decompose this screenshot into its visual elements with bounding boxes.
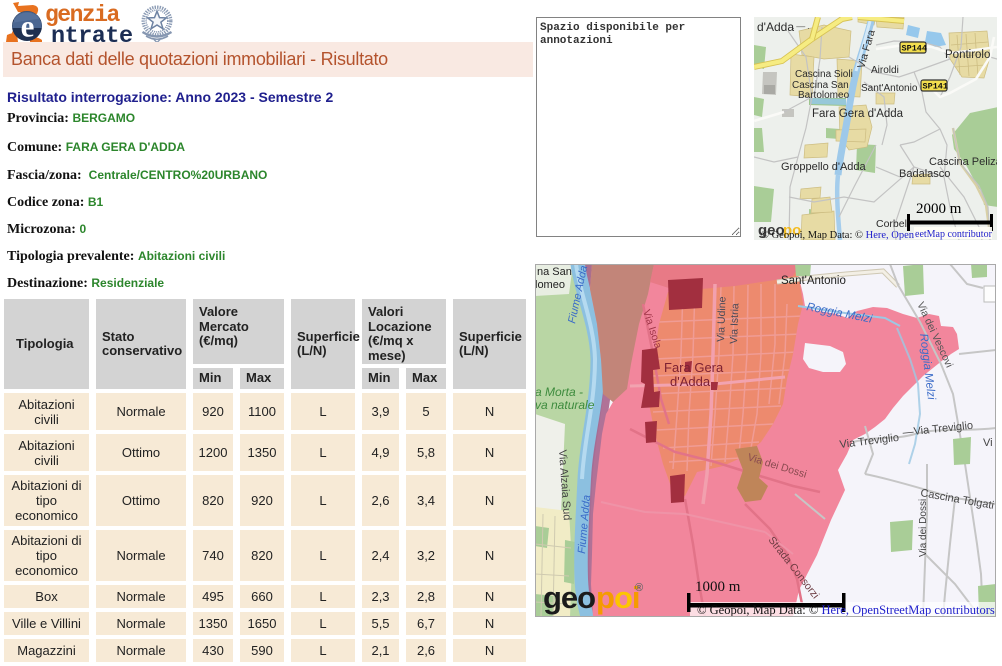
svg-text:Fara Gera d'Adda: Fara Gera d'Adda [812, 108, 904, 120]
svg-text:na San: na San [537, 266, 572, 278]
svg-text:2000 m: 2000 m [916, 201, 962, 217]
svg-text:e: e [21, 9, 35, 44]
svg-text:Via Istria: Via Istria [728, 303, 741, 344]
svg-text:1000 m: 1000 m [695, 579, 741, 595]
svg-text:va naturale: va naturale [535, 398, 595, 412]
svg-text:poi: poi [596, 580, 640, 615]
svg-text:geo: geo [543, 580, 595, 615]
svg-text:Vi: Vi [983, 437, 993, 449]
svg-text:© Geopoi, Map Data: © Here, Op: © Geopoi, Map Data: © Here, OpenS [761, 230, 920, 240]
svg-text:Fara Gera: Fara Gera [664, 360, 724, 375]
svg-text:Airoldi: Airoldi [871, 65, 899, 76]
svg-text:Bartolomeo: Bartolomeo [798, 90, 850, 101]
svg-text:Badalasco: Badalasco [899, 168, 950, 180]
svg-text:®: ® [635, 582, 643, 594]
svg-text:a Morta -: a Morta - [535, 385, 583, 399]
svg-text:d'Adda: d'Adda [670, 374, 711, 389]
svg-text:Via Udine: Via Udine [715, 296, 729, 342]
svg-text:Pontirolo: Pontirolo [945, 49, 990, 61]
svg-text:SP144: SP144 [902, 44, 928, 54]
svg-text:Sant'Antonio: Sant'Antonio [781, 275, 846, 287]
svg-text:SP141: SP141 [923, 82, 949, 92]
svg-text:Groppello d'Adda: Groppello d'Adda [781, 161, 867, 173]
svg-text:Cascina Peliza: Cascina Peliza [929, 156, 997, 168]
svg-text:. — .: . — . [792, 21, 810, 31]
svg-text:© Geopoi, Map Data: © Here, Op: © Geopoi, Map Data: © Here, OpenStreetMa… [697, 603, 995, 617]
svg-text:Cascina Sioli: Cascina Sioli [795, 69, 853, 80]
svg-text:Corbell: Corbell [876, 218, 909, 230]
svg-text:Via dei Dossi: Via dei Dossi [918, 499, 929, 557]
svg-text:lomeo: lomeo [535, 279, 565, 291]
svg-text:d'Adda: d'Adda [757, 20, 794, 34]
svg-text:Sant'Antonio: Sant'Antonio [861, 83, 918, 94]
svg-text:eetMap contributor: eetMap contributor [915, 229, 993, 240]
